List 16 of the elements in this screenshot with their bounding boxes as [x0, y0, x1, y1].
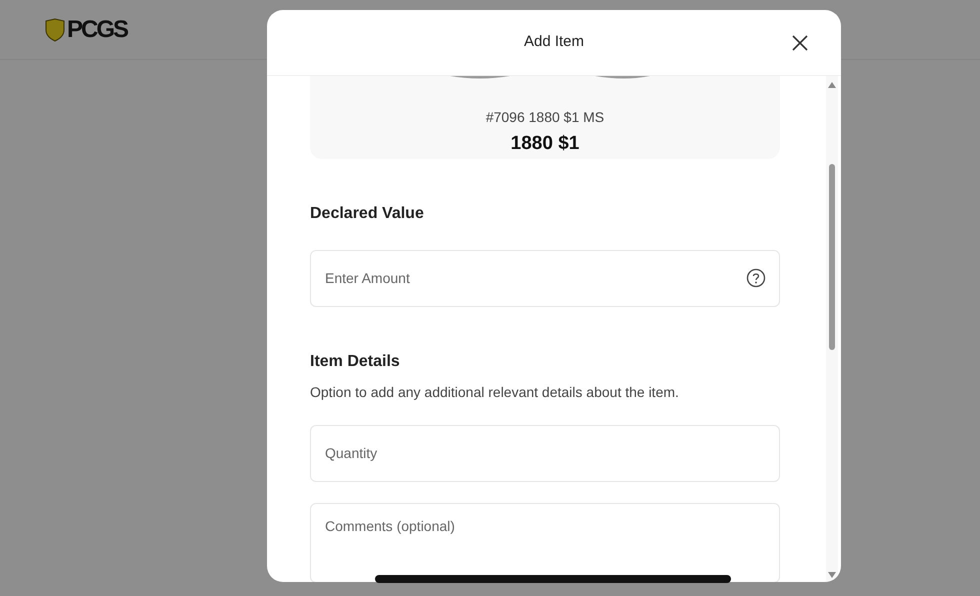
item-number: #7096 1880 $1 MS [486, 108, 604, 127]
item-details-label: Item Details [310, 352, 401, 372]
quantity-field[interactable]: Quantity [310, 424, 780, 482]
help-icon[interactable] [746, 268, 766, 288]
scroll-down-icon[interactable] [828, 572, 836, 578]
amount-field[interactable]: Enter Amount [310, 250, 780, 306]
item-details-description: Option to add any additional relevant details about the item. [310, 382, 680, 402]
logo-text: PCGS [67, 14, 128, 44]
shield-icon [45, 18, 65, 42]
scroll-up-icon[interactable] [828, 82, 836, 88]
comments-field[interactable]: Comments (optional) [310, 502, 780, 582]
scrollbar-thumb[interactable] [829, 164, 835, 350]
declared-value-label: Declared Value [310, 204, 425, 224]
scrollbar[interactable] [826, 76, 838, 582]
item-name: 1880 $1 [510, 132, 580, 156]
dialog-title: Add Item [524, 32, 584, 52]
